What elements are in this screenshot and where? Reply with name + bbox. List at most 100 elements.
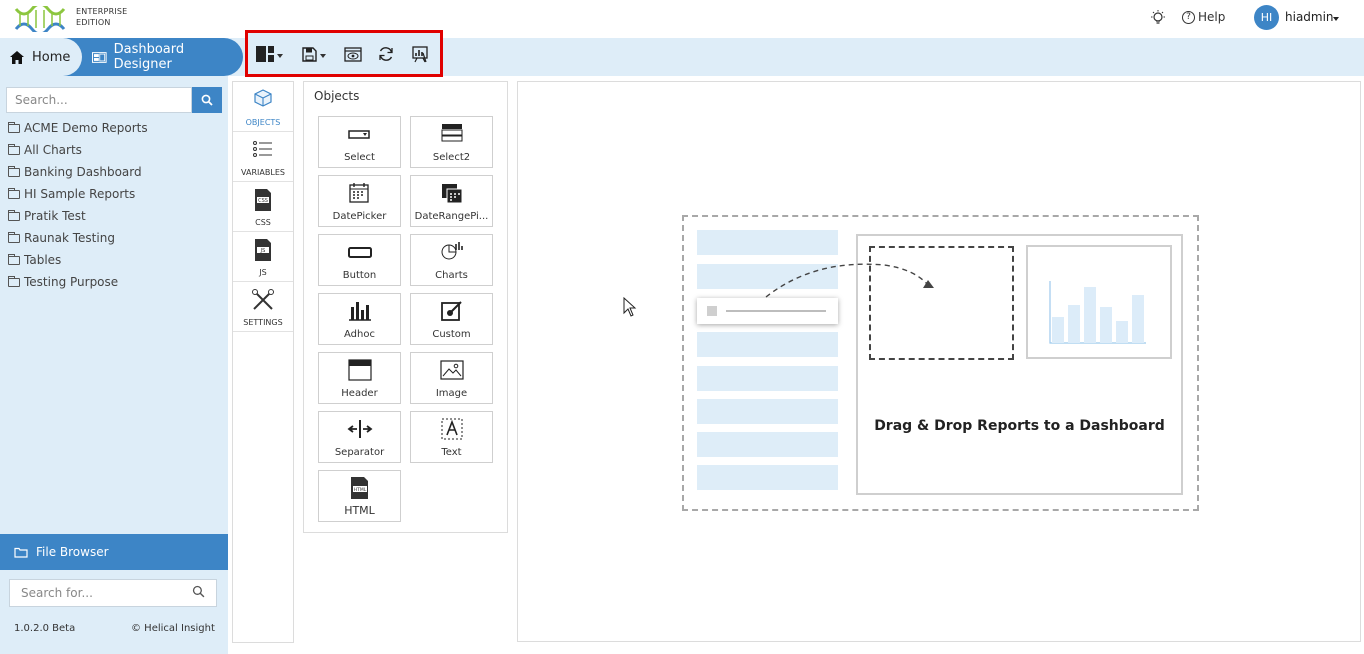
- tab-css[interactable]: CSS CSS: [233, 182, 293, 232]
- version-label: 1.0.2.0 Beta: [14, 623, 76, 634]
- help-link[interactable]: ? Help: [1182, 10, 1225, 24]
- image-icon: [440, 360, 464, 380]
- tab-js[interactable]: JS JS: [233, 232, 293, 282]
- edition-line-2: EDITION: [76, 18, 111, 27]
- help-label: Help: [1198, 10, 1226, 24]
- home-icon: [10, 50, 24, 64]
- tab-label: OBJECTS: [245, 118, 281, 127]
- tab-settings[interactable]: SETTINGS: [233, 282, 293, 332]
- separator-icon: [347, 420, 373, 438]
- search-icon[interactable]: [192, 585, 205, 598]
- bar-chart-icon: [1049, 281, 1146, 344]
- object-label: Custom: [432, 329, 471, 340]
- drop-instruction: Drag & Drop Reports to a Dashboard: [874, 418, 1165, 434]
- sidebar-item-testing-purpose[interactable]: Testing Purpose: [8, 275, 118, 289]
- select2-icon: [441, 124, 463, 142]
- search-button[interactable]: [192, 87, 222, 113]
- designer-label: Dashboard Designer: [113, 42, 185, 72]
- object-separator[interactable]: Separator: [318, 411, 401, 463]
- object-adhoc[interactable]: Adhoc: [318, 293, 401, 345]
- object-image[interactable]: Image: [410, 352, 493, 404]
- tab-label: VARIABLES: [241, 168, 285, 177]
- search-input[interactable]: Search...: [6, 87, 192, 113]
- mouse-cursor-icon: [623, 297, 637, 317]
- object-charts[interactable]: Charts: [410, 234, 493, 286]
- helical-logo: [14, 6, 66, 32]
- home-tab[interactable]: Home: [0, 38, 82, 76]
- object-select[interactable]: Select: [318, 116, 401, 168]
- layout-button[interactable]: [256, 45, 283, 63]
- sidebar-item-acme-demo-reports[interactable]: ACME Demo Reports: [8, 121, 148, 135]
- svg-text:JS: JS: [260, 248, 266, 254]
- calendar-range-icon: [442, 184, 463, 204]
- designer-icon: [92, 51, 107, 63]
- tab-variables[interactable]: VARIABLES: [233, 132, 293, 182]
- sidebar-item-all-charts[interactable]: All Charts: [8, 143, 82, 157]
- svg-text:CSS: CSS: [258, 198, 268, 204]
- object-label: Button: [342, 270, 377, 281]
- folder-icon: [8, 231, 20, 243]
- tools-icon: [252, 289, 274, 310]
- report-list-item: [697, 230, 838, 255]
- sidebar-item-tables[interactable]: Tables: [8, 253, 61, 267]
- refresh-button[interactable]: [378, 45, 394, 63]
- report-list-item: [697, 366, 838, 391]
- object-header[interactable]: Header: [318, 352, 401, 404]
- sidebar-item-banking-dashboard[interactable]: Banking Dashboard: [8, 165, 142, 179]
- select-icon: [348, 130, 370, 139]
- edition-label: ENTERPRISE EDITION: [76, 6, 127, 28]
- header-icon: [348, 359, 372, 381]
- designer-tabs: OBJECTS VARIABLES CSS CSS JS JS SETTINGS: [232, 81, 294, 643]
- dashboard-designer-tab[interactable]: Dashboard Designer: [62, 38, 243, 76]
- avatar[interactable]: HI: [1254, 5, 1279, 30]
- tab-label: SETTINGS: [243, 318, 283, 327]
- bar-chart-icon: [349, 302, 371, 321]
- folder-label: Tables: [24, 253, 62, 267]
- sidebar-item-pratik-test[interactable]: Pratik Test: [8, 209, 86, 223]
- object-label: DatePicker: [332, 211, 387, 222]
- report-icon: [412, 45, 428, 62]
- username[interactable]: hiadmin: [1285, 10, 1334, 24]
- object-text[interactable]: Text: [410, 411, 493, 463]
- sidebar-item-raunak-testing[interactable]: Raunak Testing: [8, 231, 115, 245]
- custom-edit-icon: [441, 301, 462, 321]
- file-browser-header[interactable]: File Browser: [0, 534, 228, 570]
- save-button[interactable]: [302, 45, 326, 63]
- chevron-down-icon: [320, 54, 326, 58]
- drop-zone-illustration: Drag & Drop Reports to a Dashboard: [682, 215, 1199, 511]
- file-search-input[interactable]: Search for...: [9, 579, 217, 607]
- designer-toolbar: [245, 30, 443, 77]
- preview-button[interactable]: [344, 45, 362, 63]
- chart-icon: [441, 242, 463, 260]
- folder-icon: [8, 143, 20, 155]
- object-custom[interactable]: Custom: [410, 293, 493, 345]
- css-file-icon: CSS: [255, 189, 271, 211]
- edition-line-1: ENTERPRISE: [76, 7, 128, 16]
- mini-bar-chart: [1026, 245, 1172, 359]
- layout-icon: [256, 46, 274, 62]
- object-datepicker[interactable]: DatePicker: [318, 175, 401, 227]
- object-html[interactable]: HTML HTML: [318, 470, 401, 522]
- report-button[interactable]: [412, 45, 428, 63]
- drag-arrow-icon: [765, 263, 934, 298]
- folder-label: Banking Dashboard: [24, 165, 142, 179]
- folder-label: ACME Demo Reports: [24, 121, 148, 135]
- tab-objects[interactable]: OBJECTS: [233, 82, 293, 132]
- chevron-down-icon[interactable]: [1333, 17, 1339, 21]
- object-button[interactable]: Button: [318, 234, 401, 286]
- bulb-icon[interactable]: [1149, 9, 1167, 27]
- report-list-item: [697, 432, 838, 457]
- tab-label: CSS: [255, 218, 271, 227]
- object-label: Header: [341, 388, 378, 399]
- file-browser-label: File Browser: [36, 545, 109, 559]
- folder-icon: [8, 121, 20, 133]
- top-bar: ENTERPRISE EDITION ? Help HI hiadmin: [0, 0, 1364, 38]
- objects-title: Objects: [314, 89, 360, 103]
- object-label: Image: [435, 388, 468, 399]
- object-daterangepicker[interactable]: DateRangePi...: [410, 175, 493, 227]
- object-select2[interactable]: Select2: [410, 116, 493, 168]
- folder-icon: [8, 275, 20, 287]
- sidebar-item-hi-sample-reports[interactable]: HI Sample Reports: [8, 187, 135, 201]
- folder-label: HI Sample Reports: [24, 187, 136, 201]
- dashboard-canvas[interactable]: Drag & Drop Reports to a Dashboard: [517, 81, 1361, 642]
